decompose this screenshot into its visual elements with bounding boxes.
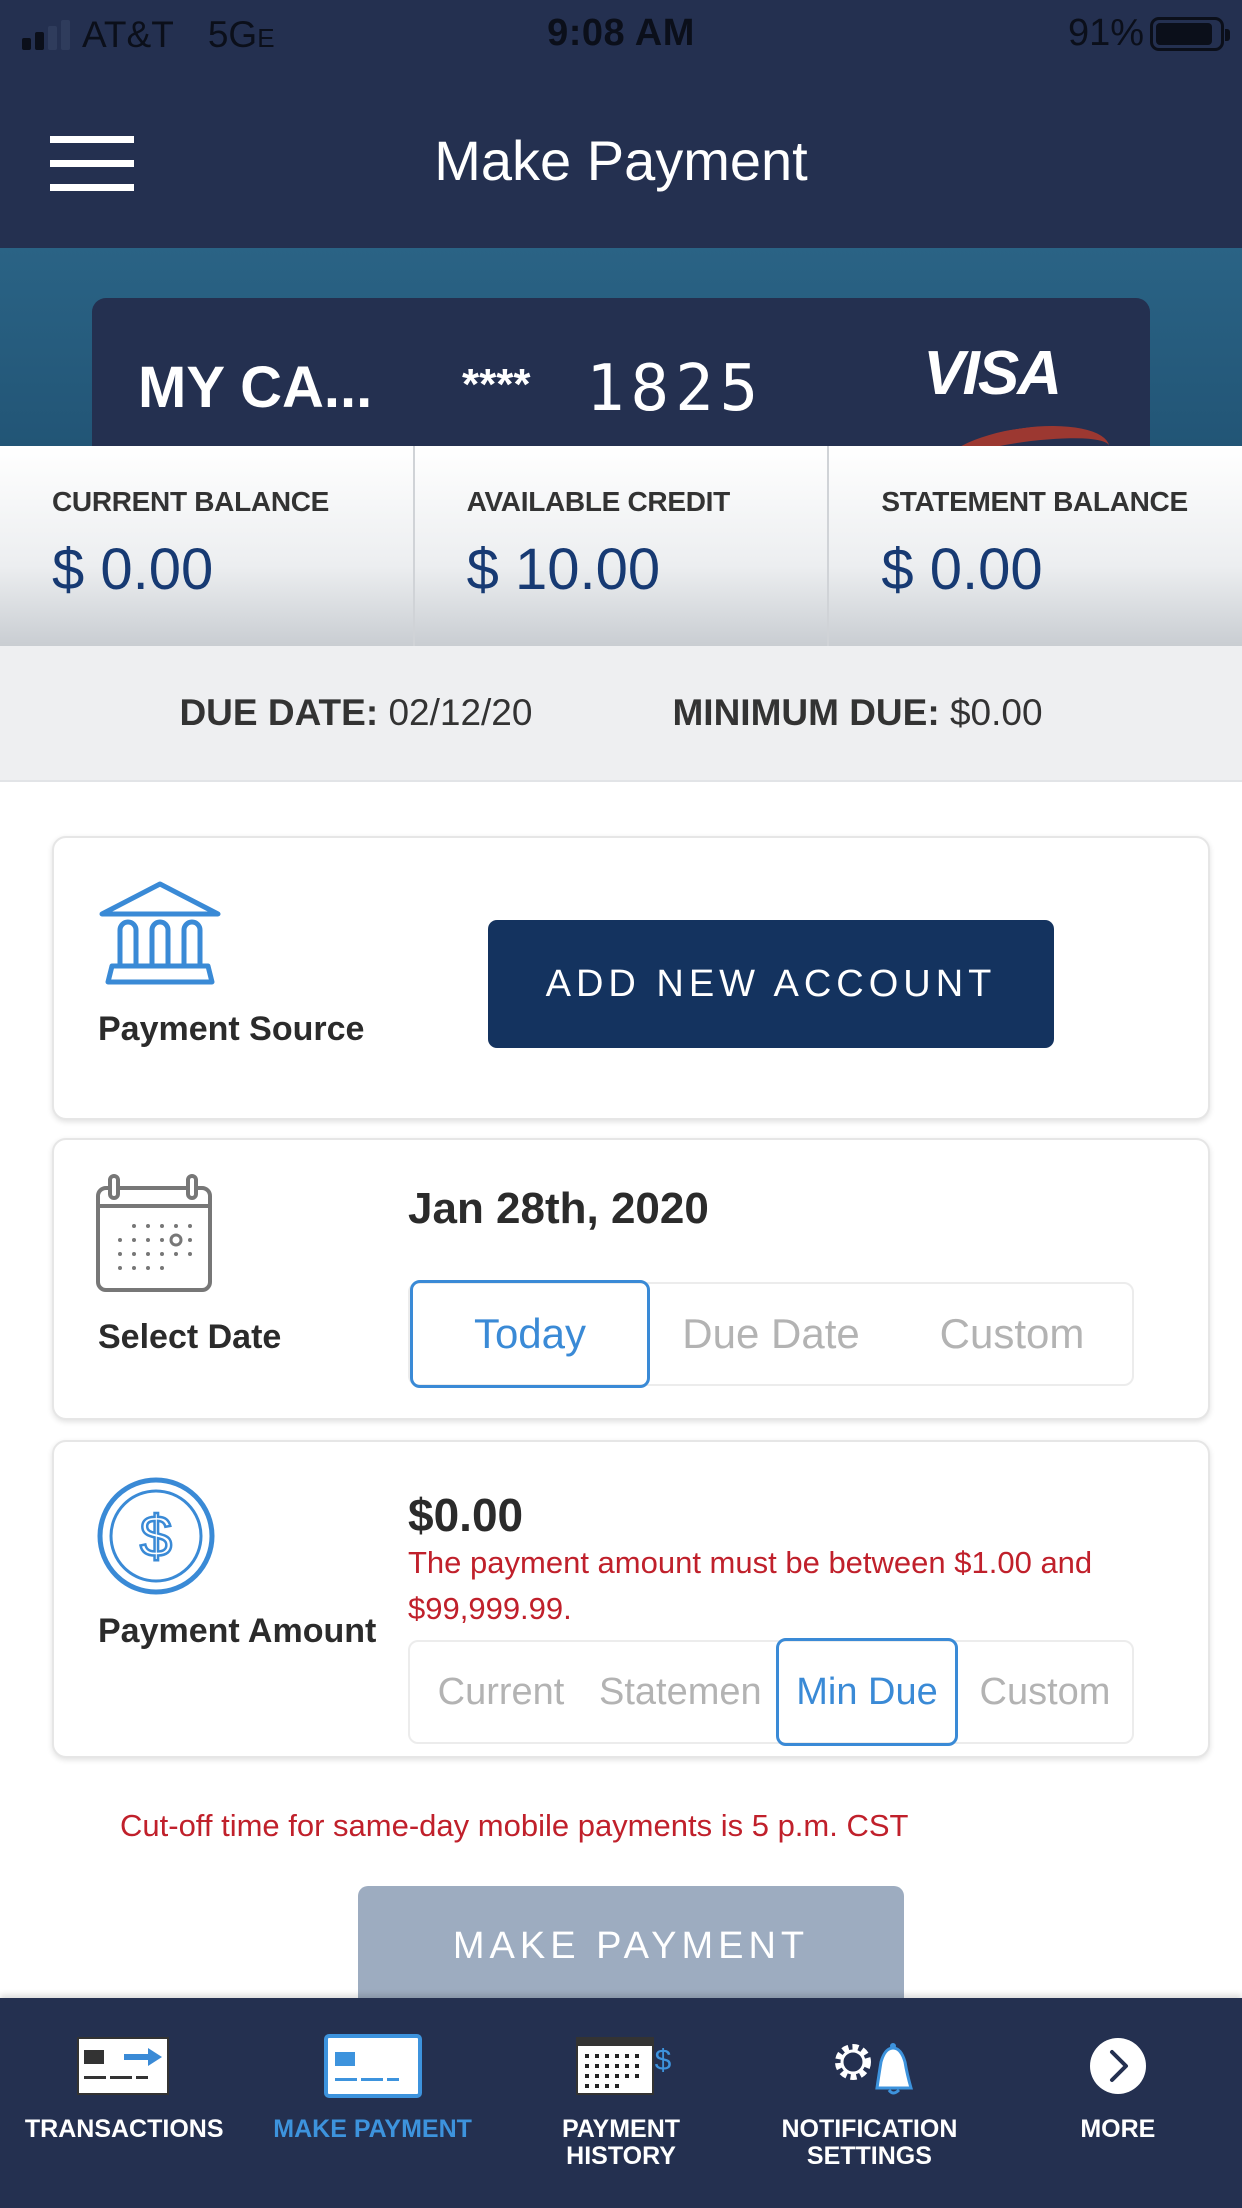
due-info: DUE DATE: 02/12/20 MINIMUM DUE: $0.00 (0, 646, 1242, 782)
tab-more[interactable]: MORE (994, 1998, 1242, 2208)
statement-balance: STATEMENT BALANCE $ 0.00 (827, 446, 1242, 646)
credit-card[interactable]: MY CA... **** 1825 VISA (92, 298, 1150, 446)
card-name: MY CA... (138, 355, 373, 420)
minimum-due: MINIMUM DUE: $0.00 (672, 692, 1042, 734)
payment-history-icon: $ (576, 2037, 671, 2095)
visa-logo-icon: VISA (923, 339, 1062, 408)
add-new-account-button[interactable]: ADD NEW ACCOUNT (488, 920, 1054, 1048)
current-balance: CURRENT BALANCE $ 0.00 (0, 446, 413, 646)
tab-label: TRANSACTIONS (24, 2115, 224, 2143)
balance-value: $ 0.00 (881, 537, 1043, 602)
battery-fill (1156, 22, 1213, 45)
tab-make-payment[interactable]: MAKE PAYMENT (248, 1998, 496, 2208)
payment-source-panel: Payment Source ADD NEW ACCOUNT (52, 836, 1210, 1120)
transactions-icon (77, 2037, 170, 2095)
date-option-due-date[interactable]: Due Date (650, 1284, 892, 1384)
bottom-tab-bar: TRANSACTIONS MAKE PAYMENT $ PAYMENT HIST… (0, 1998, 1242, 2208)
status-bar: AT&T 5GE 9:08 AM 91% (0, 0, 1242, 70)
balance-label: STATEMENT BALANCE (881, 486, 1188, 517)
due-date: DUE DATE: 02/12/20 (179, 692, 532, 734)
payment-amount-label: Payment Amount (98, 1612, 377, 1650)
status-time: 9:08 AM (547, 12, 695, 54)
tab-label: NOTIFICATION SETTINGS (781, 2115, 958, 2170)
amount-option-selector: Current Statemen Min Due Custom (408, 1638, 1134, 1746)
tab-label: MAKE PAYMENT (273, 2115, 472, 2143)
battery-percent: 91% (1067, 12, 1144, 54)
balance-value: $ 0.00 (52, 537, 214, 602)
amount-option-min-due[interactable]: Min Due (776, 1638, 958, 1746)
notification-settings-icon (835, 2043, 914, 2095)
balance-value: $ 10.00 (466, 537, 661, 602)
date-option-custom[interactable]: Custom (892, 1284, 1132, 1384)
minimum-due-label: MINIMUM DUE: (672, 692, 940, 733)
balance-summary: CURRENT BALANCE $ 0.00 AVAILABLE CREDIT … (0, 446, 1242, 646)
status-right: 91% (1067, 12, 1230, 55)
date-option-today[interactable]: Today (410, 1280, 650, 1388)
tab-notification-settings[interactable]: NOTIFICATION SETTINGS (745, 1998, 993, 2208)
bank-icon (99, 881, 221, 985)
balance-label: CURRENT BALANCE (52, 486, 330, 517)
payment-source-label: Payment Source (98, 1010, 365, 1048)
payment-amount-panel: $ Payment Amount $0.00 The payment amoun… (52, 1440, 1210, 1758)
available-credit: AVAILABLE CREDIT $ 10.00 (412, 446, 828, 646)
payment-amount-error: The payment amount must be between $1.00… (408, 1545, 1093, 1626)
app-header: Make Payment (0, 70, 1242, 248)
due-date-label: DUE DATE: (179, 692, 379, 733)
svg-text:$: $ (140, 1504, 172, 1569)
selected-date: Jan 28th, 2020 (408, 1184, 709, 1233)
balance-label: AVAILABLE CREDIT (466, 486, 731, 517)
card-decoration (936, 416, 1114, 446)
date-option-selector: Today Due Date Custom (408, 1280, 1134, 1388)
page-title: Make Payment (434, 129, 808, 192)
card-last-four: 1825 (586, 352, 765, 426)
battery-icon (1150, 16, 1230, 51)
make-payment-icon (323, 2034, 422, 2098)
amount-option-custom[interactable]: Custom (958, 1642, 1132, 1742)
payment-amount-value: $0.00 (408, 1489, 524, 1541)
tab-transactions[interactable]: TRANSACTIONS (0, 1998, 248, 2208)
amount-option-current[interactable]: Current (410, 1642, 592, 1742)
minimum-due-value: $0.00 (949, 692, 1043, 733)
tab-label: PAYMENT HISTORY (561, 2115, 681, 2170)
more-chevron-icon (1089, 2038, 1146, 2094)
tab-label: MORE (1080, 2115, 1156, 2143)
calendar-icon (96, 1174, 212, 1292)
select-date-panel: Select Date Jan 28th, 2020 Today Due Dat… (52, 1138, 1210, 1420)
select-date-label: Select Date (98, 1318, 282, 1356)
cutoff-notice: Cut-off time for same-day mobile payment… (120, 1808, 909, 1843)
tab-payment-history[interactable]: $ PAYMENT HISTORY (497, 1998, 745, 2208)
svg-text:$: $ (655, 2044, 671, 2077)
amount-option-statement[interactable]: Statemen (592, 1642, 776, 1742)
card-number-mask: **** (462, 360, 531, 409)
card-banner: MY CA... **** 1825 VISA (0, 248, 1242, 446)
due-date-value: 02/12/20 (388, 692, 533, 733)
dollar-circle-icon: $ (97, 1477, 215, 1595)
